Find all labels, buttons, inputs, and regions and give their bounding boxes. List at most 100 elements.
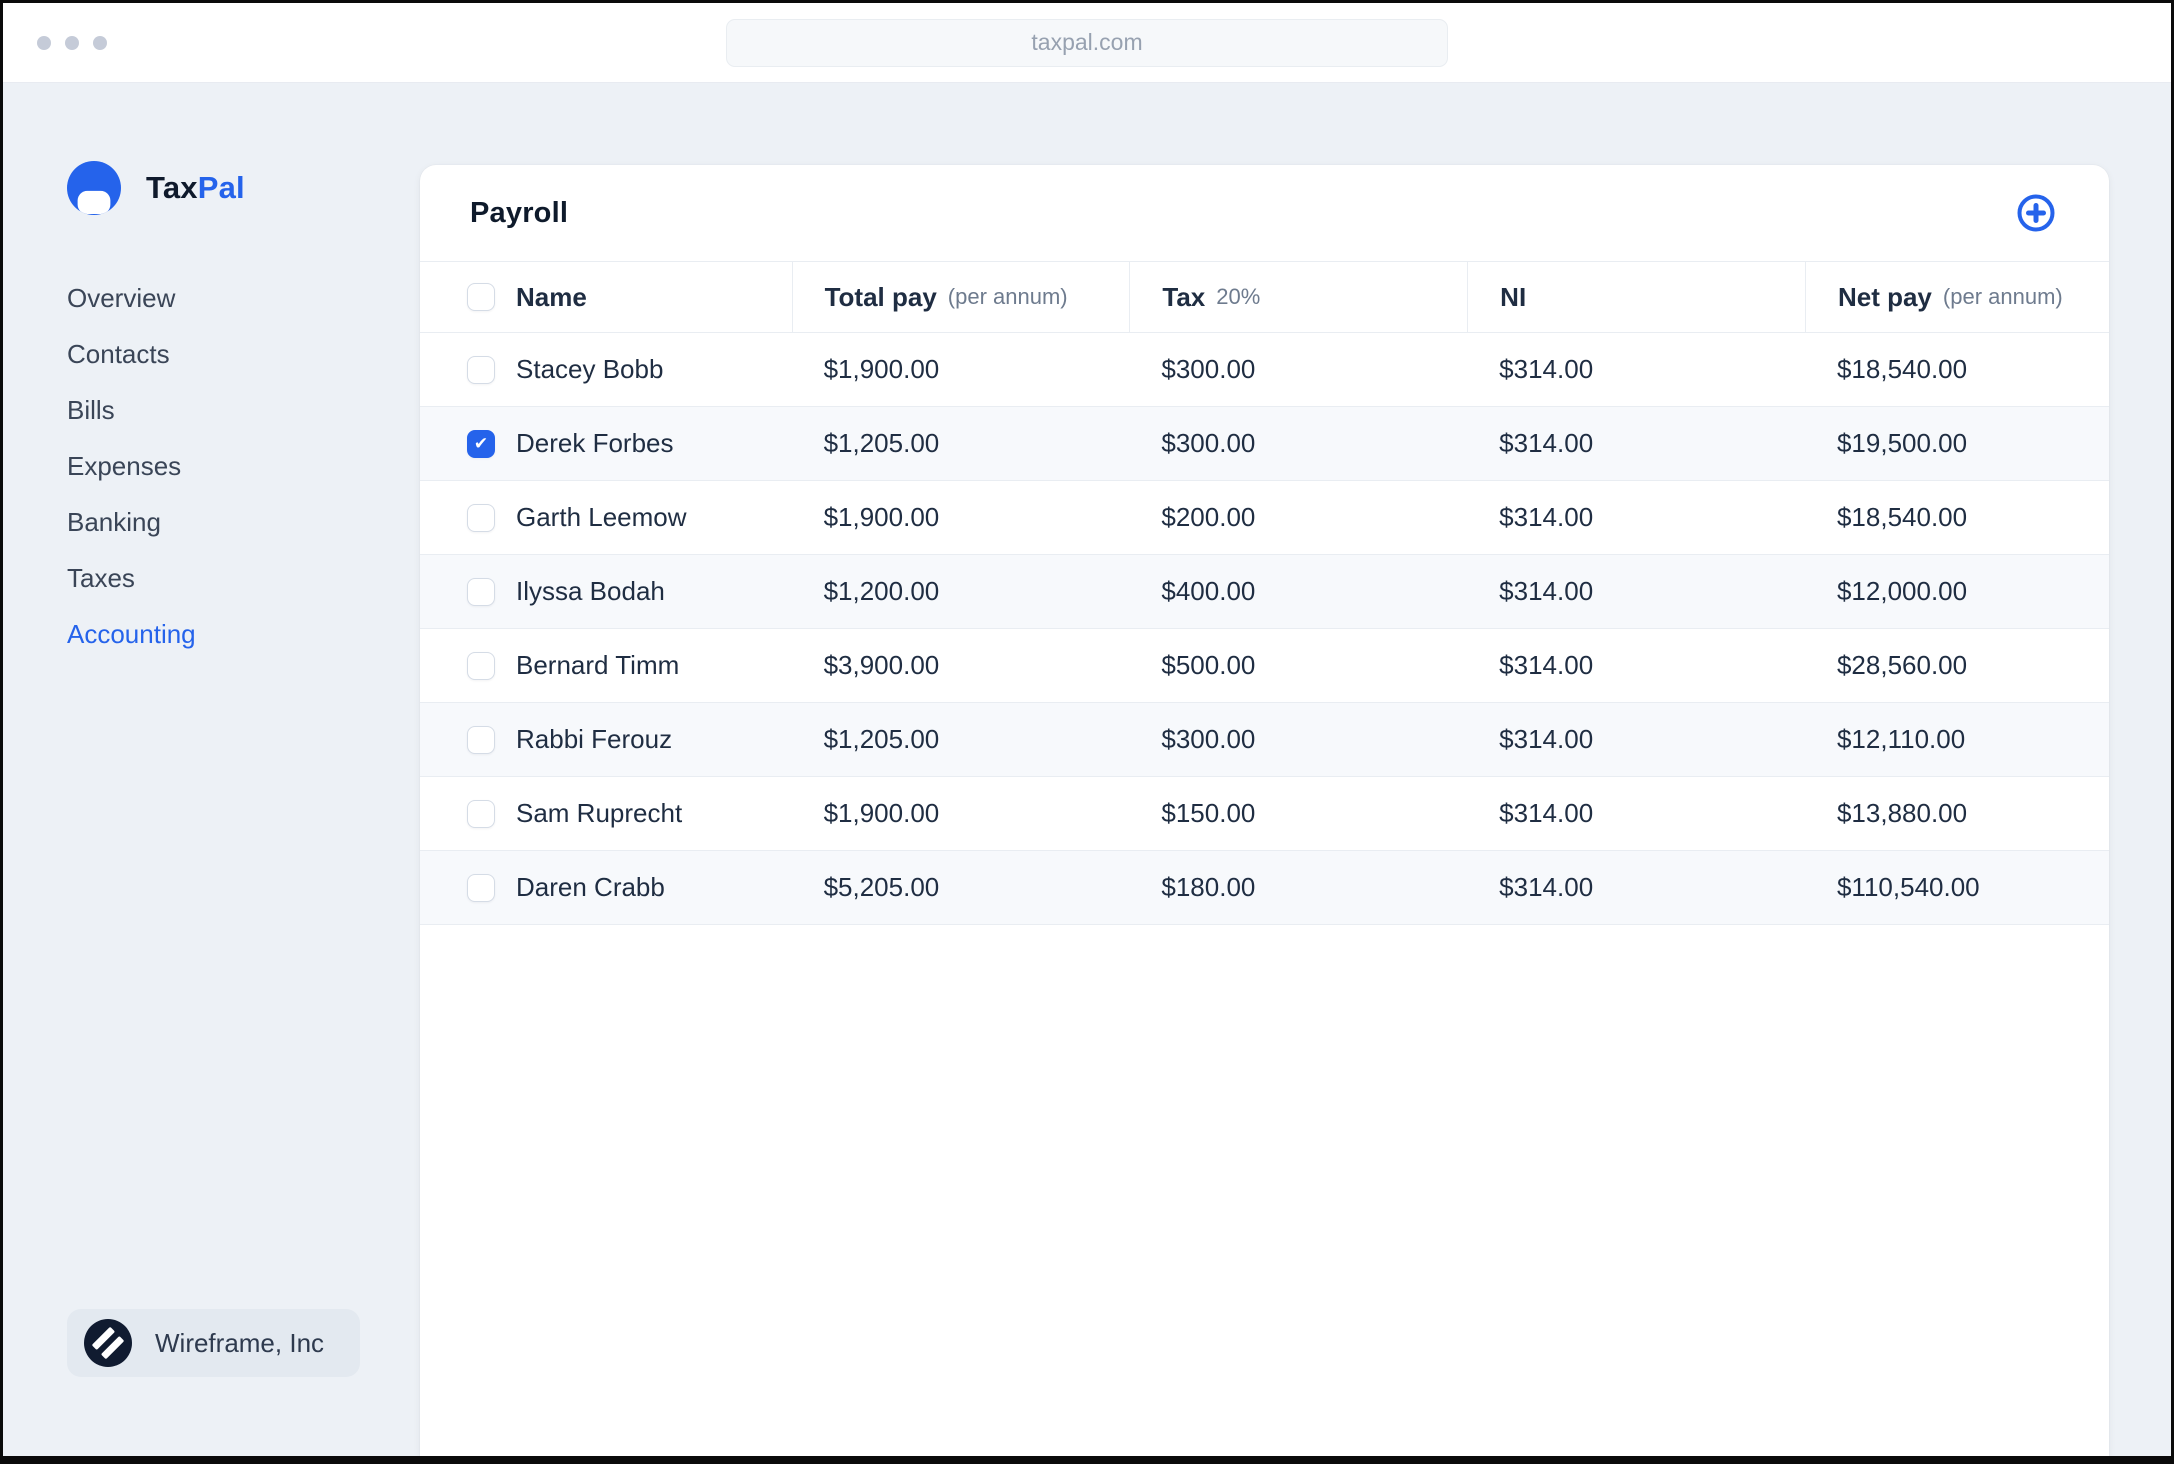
table-row: Daren Crabb $5,205.00 $180.00 $314.00 $1… <box>420 851 2109 925</box>
app-window: taxpal.com TaxPal Overview Contacts Bills E… <box>0 0 2174 1464</box>
table-row: Garth Leemow $1,900.00 $200.00 $314.00 $… <box>420 481 2109 555</box>
table-row: Sam Ruprecht $1,900.00 $150.00 $314.00 $… <box>420 777 2109 851</box>
total-pay-cell: $1,205.00 <box>823 724 940 754</box>
app-name-secondary: Pal <box>197 170 245 205</box>
column-header-sub: (per annum) <box>1942 284 2063 309</box>
select-all-checkbox[interactable] <box>467 283 495 311</box>
column-header-name: Name <box>420 262 792 332</box>
table-row: Stacey Bobb $1,900.00 $300.00 $314.00 $1… <box>420 333 2109 407</box>
address-bar[interactable]: taxpal.com <box>726 18 1448 67</box>
name-cell: Sam Ruprecht <box>420 777 792 850</box>
sidebar: TaxPal Overview Contacts Bills Expenses Bank… <box>3 83 420 1456</box>
sidebar-item-contacts[interactable]: Contacts <box>67 341 170 367</box>
sidebar-item-bills[interactable]: Bills <box>67 397 115 423</box>
window-controls <box>37 3 107 82</box>
name-cell: Bernard Timm <box>420 629 792 702</box>
employee-name: Stacey Bobb <box>516 354 664 384</box>
table-row: Rabbi Ferouz $1,205.00 $300.00 $314.00 $… <box>420 703 2109 777</box>
row-checkbox[interactable] <box>467 725 495 754</box>
net-pay-cell: $13,880.00 <box>1836 798 1968 828</box>
window-control-dot[interactable] <box>93 35 107 50</box>
column-header-label: Name <box>516 281 587 312</box>
column-header-label: Total pay <box>824 281 937 312</box>
employee-name: Ilyssa Bodah <box>516 576 665 606</box>
total-pay-cell: $1,205.00 <box>823 428 940 458</box>
organization-badge[interactable]: Wireframe, Inc <box>67 1309 361 1377</box>
employee-name: Sam Ruprecht <box>516 798 683 828</box>
tax-cell: $180.00 <box>1161 872 1256 902</box>
sidebar-item-banking[interactable]: Banking <box>67 509 161 535</box>
name-cell: Stacey Bobb <box>420 333 792 406</box>
column-header-label: NI <box>1500 281 1527 312</box>
employee-name: Daren Crabb <box>516 872 665 902</box>
sidebar-item-accounting[interactable]: Accounting <box>67 621 196 647</box>
table-row: Ilyssa Bodah $1,200.00 $400.00 $314.00 $… <box>420 555 2109 629</box>
net-pay-cell: $18,540.00 <box>1836 502 1968 532</box>
wireframe-logo-icon <box>84 1319 132 1367</box>
ni-cell: $314.00 <box>1499 724 1594 754</box>
column-header-net-pay: Net pay (per annum) <box>1804 262 2109 332</box>
sidebar-item-expenses[interactable]: Expenses <box>67 453 181 479</box>
table-row: Bernard Timm $3,900.00 $500.00 $314.00 $… <box>420 629 2109 703</box>
app-logo: TaxPal <box>67 161 420 215</box>
ni-cell: $314.00 <box>1499 650 1594 680</box>
tax-cell: $300.00 <box>1161 354 1256 384</box>
row-checkbox[interactable] <box>467 429 495 458</box>
total-pay-cell: $1,900.00 <box>823 354 940 384</box>
employee-name: Bernard Timm <box>516 650 680 680</box>
name-cell: Ilyssa Bodah <box>420 555 792 628</box>
total-pay-cell: $5,205.00 <box>823 872 940 902</box>
net-pay-cell: $12,110.00 <box>1836 724 1966 754</box>
name-cell: Daren Crabb <box>420 851 792 924</box>
row-checkbox[interactable] <box>467 799 495 828</box>
table-header-row: Name Total pay (per annum) Tax 20% NI Ne <box>420 261 2109 333</box>
tax-cell: $300.00 <box>1161 724 1256 754</box>
row-checkbox[interactable] <box>467 355 495 384</box>
employee-name: Rabbi Ferouz <box>516 724 673 754</box>
tax-cell: $500.00 <box>1161 650 1256 680</box>
name-cell: Rabbi Ferouz <box>420 703 792 776</box>
payroll-table: Name Total pay (per annum) Tax 20% NI Ne <box>420 261 2109 925</box>
sidebar-item-overview[interactable]: Overview <box>67 285 175 311</box>
row-checkbox[interactable] <box>467 873 495 902</box>
name-cell: Derek Forbes <box>420 407 792 480</box>
column-header-sub: 20% <box>1216 284 1261 309</box>
taxpal-logo-icon <box>67 161 121 215</box>
workspace: TaxPal Overview Contacts Bills Expenses Bank… <box>3 83 2171 1456</box>
row-checkbox[interactable] <box>467 503 495 532</box>
column-header-tax: Tax 20% <box>1129 262 1467 332</box>
total-pay-cell: $1,900.00 <box>823 798 940 828</box>
tax-cell: $300.00 <box>1161 428 1256 458</box>
browser-chrome: taxpal.com <box>3 3 2171 83</box>
plus-circle-icon <box>2017 194 2055 232</box>
window-control-dot[interactable] <box>65 35 79 50</box>
add-payroll-entry-button[interactable] <box>2013 190 2059 236</box>
column-header-ni: NI <box>1467 262 1805 332</box>
row-checkbox[interactable] <box>467 651 495 680</box>
tax-cell: $150.00 <box>1161 798 1256 828</box>
name-cell: Garth Leemow <box>420 481 792 554</box>
ni-cell: $314.00 <box>1499 428 1594 458</box>
ni-cell: $314.00 <box>1499 354 1594 384</box>
net-pay-cell: $110,540.00 <box>1836 872 1980 902</box>
window-control-dot[interactable] <box>37 35 51 50</box>
employee-name: Garth Leemow <box>516 502 687 532</box>
ni-cell: $314.00 <box>1499 872 1594 902</box>
column-header-label: Tax <box>1162 281 1206 312</box>
column-header-total-pay: Total pay (per annum) <box>791 262 1130 332</box>
row-checkbox[interactable] <box>467 577 495 606</box>
app-name: TaxPal <box>146 170 245 206</box>
page-title: Payroll <box>470 196 569 229</box>
sidebar-item-taxes[interactable]: Taxes <box>67 565 135 591</box>
ni-cell: $314.00 <box>1499 576 1594 606</box>
column-header-label: Net pay <box>1837 281 1932 312</box>
total-pay-cell: $3,900.00 <box>823 650 940 680</box>
net-pay-cell: $18,540.00 <box>1836 354 1968 384</box>
card-header: Payroll <box>420 165 2109 261</box>
ni-cell: $314.00 <box>1499 798 1594 828</box>
organization-name: Wireframe, Inc <box>155 1327 325 1358</box>
net-pay-cell: $12,000.00 <box>1836 576 1968 606</box>
payroll-card: Payroll Name Total pay (per annum) Tax 2… <box>420 165 2109 1456</box>
net-pay-cell: $28,560.00 <box>1836 650 1968 680</box>
address-bar-url: taxpal.com <box>1031 29 1143 55</box>
